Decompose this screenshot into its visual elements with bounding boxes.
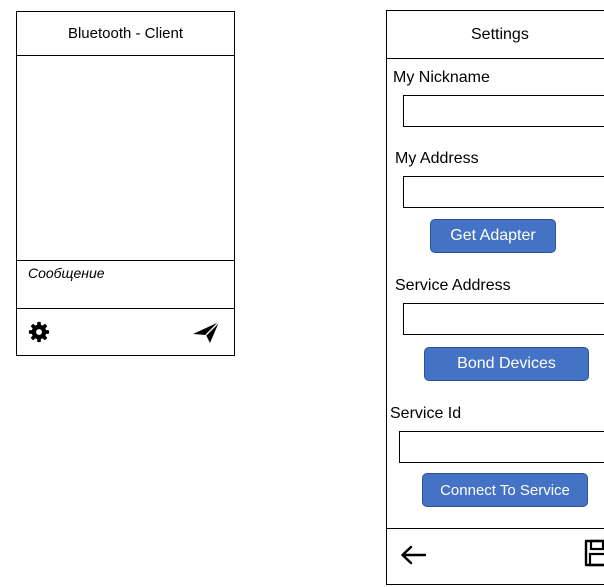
nickname-field[interactable] xyxy=(403,95,604,127)
service-id-field[interactable] xyxy=(399,431,604,463)
service-address-label: Service Address xyxy=(395,277,511,294)
client-title-bar: Bluetooth - Client xyxy=(17,12,234,56)
settings-title: Settings xyxy=(471,25,529,43)
address-label: My Address xyxy=(395,150,479,167)
arrow-left-icon[interactable] xyxy=(400,545,426,565)
settings-bottom-bar xyxy=(387,528,604,587)
get-adapter-button[interactable]: Get Adapter xyxy=(430,219,556,253)
client-toolbar xyxy=(17,309,234,355)
floppy-disk-icon[interactable] xyxy=(584,539,604,567)
nickname-label: My Nickname xyxy=(393,69,490,86)
message-input[interactable]: Сообщение xyxy=(17,260,234,309)
client-title: Bluetooth - Client xyxy=(67,25,184,42)
gear-icon[interactable] xyxy=(28,321,50,343)
bluetooth-client-screen: Bluetooth - Client Сообщение xyxy=(16,11,235,356)
message-list-area xyxy=(17,56,234,260)
service-address-field[interactable] xyxy=(403,303,604,335)
service-id-label: Service Id xyxy=(390,405,462,422)
address-field[interactable] xyxy=(403,176,604,208)
settings-screen: Settings My Nickname My Address Get Adap… xyxy=(386,10,604,585)
settings-title-bar: Settings xyxy=(387,11,604,59)
message-placeholder: Сообщение xyxy=(28,265,105,281)
paper-plane-icon[interactable] xyxy=(192,320,220,344)
connect-to-service-button[interactable]: Connect To Service xyxy=(422,473,588,507)
bond-devices-button[interactable]: Bond Devices xyxy=(424,347,589,381)
